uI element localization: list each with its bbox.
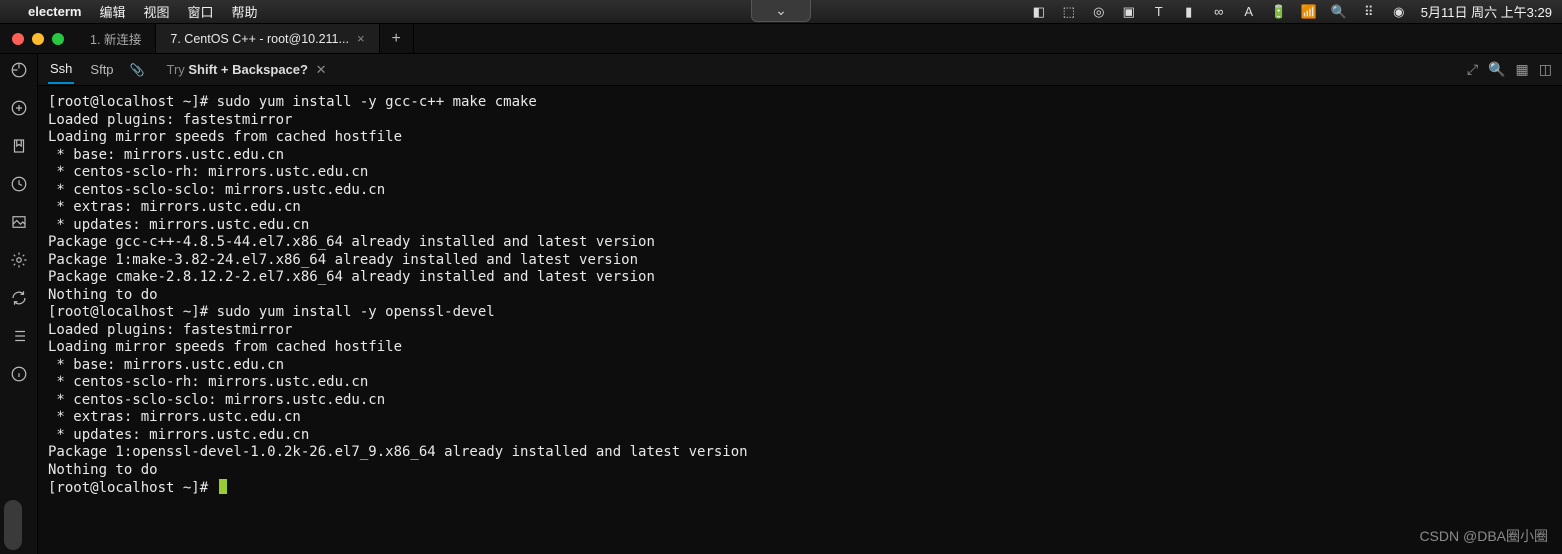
session-tabs: 1. 新连接 7. CentOS C++ - root@10.211... × … — [76, 24, 414, 53]
status-icon[interactable]: ▣ — [1121, 4, 1137, 20]
image-icon[interactable] — [9, 212, 29, 232]
hint-text: Try — [166, 62, 188, 77]
terminal-line: Nothing to do — [48, 287, 1552, 305]
tab-label: 1. 新连接 — [90, 29, 141, 48]
notch-dropdown[interactable]: ⌄ — [751, 0, 811, 22]
info-icon[interactable] — [9, 364, 29, 384]
status-icon[interactable]: ◧ — [1031, 4, 1047, 20]
menu-edit[interactable]: 编辑 — [99, 2, 125, 21]
watermark-text: CSDN @DBA圈小圈 — [1419, 526, 1548, 546]
status-icon[interactable]: ▮ — [1181, 4, 1197, 20]
tab-label: 7. CentOS C++ - root@10.211... — [170, 32, 349, 46]
terminal-output[interactable]: [root@localhost ~]# sudo yum install -y … — [38, 86, 1562, 554]
titlebar: 1. 新连接 7. CentOS C++ - root@10.211... × … — [0, 24, 1562, 54]
session-subbar: Ssh Sftp 📎 Try Shift + Backspace? ✕ ⤢ 🔍 … — [38, 54, 1562, 86]
sync-icon[interactable] — [9, 288, 29, 308]
sidebar — [0, 54, 38, 554]
logo-icon[interactable] — [9, 60, 29, 80]
siri-icon[interactable]: ◉ — [1391, 4, 1407, 20]
terminal-line: * updates: mirrors.ustc.edu.cn — [48, 217, 1552, 235]
session-tab[interactable]: 7. CentOS C++ - root@10.211... × — [156, 24, 379, 53]
window-controls — [0, 33, 76, 45]
minimize-window-button[interactable] — [32, 33, 44, 45]
app-window: 1. 新连接 7. CentOS C++ - root@10.211... × … — [0, 24, 1562, 554]
main-area: Ssh Sftp 📎 Try Shift + Backspace? ✕ ⤢ 🔍 … — [38, 54, 1562, 554]
fullscreen-icon[interactable]: ⤢ — [1467, 61, 1478, 78]
add-tab-button[interactable]: + — [380, 24, 414, 53]
terminal-line: [root@localhost ~]# sudo yum install -y … — [48, 304, 1552, 322]
status-icon[interactable]: ◎ — [1091, 4, 1107, 20]
terminal-line: Loading mirror speeds from cached hostfi… — [48, 129, 1552, 147]
terminal-line: Loaded plugins: fastestmirror — [48, 322, 1552, 340]
terminal-line: * centos-sclo-sclo: mirrors.ustc.edu.cn — [48, 182, 1552, 200]
new-session-icon[interactable] — [9, 98, 29, 118]
ssh-tab[interactable]: Ssh — [48, 55, 74, 84]
bookmarks-icon[interactable] — [9, 136, 29, 156]
menu-view[interactable]: 视图 — [144, 2, 170, 21]
close-window-button[interactable] — [12, 33, 24, 45]
search-terminal-icon[interactable]: 🔍 — [1488, 61, 1505, 78]
terminal-line: Package 1:make-3.82-24.el7.x86_64 alread… — [48, 252, 1552, 270]
control-center-icon[interactable]: ⠿ — [1361, 4, 1377, 20]
terminal-line: Loading mirror speeds from cached hostfi… — [48, 339, 1552, 357]
sftp-tab[interactable]: Sftp — [90, 62, 113, 77]
clock[interactable]: 5月11日 周六 上午3:29 — [1421, 2, 1552, 21]
close-hint-icon[interactable]: ✕ — [316, 62, 327, 77]
list-icon[interactable] — [9, 326, 29, 346]
terminal-line: * base: mirrors.ustc.edu.cn — [48, 357, 1552, 375]
menu-help[interactable]: 帮助 — [232, 2, 258, 21]
input-source-icon[interactable]: A — [1241, 4, 1257, 20]
close-tab-icon[interactable]: × — [357, 31, 365, 46]
battery-icon[interactable]: 🔋 — [1271, 4, 1287, 20]
settings-icon[interactable] — [9, 250, 29, 270]
split-icon[interactable]: ◫ — [1539, 61, 1552, 78]
status-icon[interactable]: ⬚ — [1061, 4, 1077, 20]
app-name[interactable]: electerm — [28, 4, 81, 19]
plus-icon: + — [392, 30, 401, 48]
terminal-line: * centos-sclo-sclo: mirrors.ustc.edu.cn — [48, 392, 1552, 410]
sidebar-scrollbar[interactable] — [4, 500, 22, 550]
grid-icon[interactable]: ▦ — [1516, 61, 1529, 78]
status-icon[interactable]: T — [1151, 4, 1167, 20]
history-icon[interactable] — [9, 174, 29, 194]
terminal-line: [root@localhost ~]# sudo yum install -y … — [48, 94, 1552, 112]
fullscreen-window-button[interactable] — [52, 33, 64, 45]
attachment-icon[interactable]: 📎 — [130, 63, 145, 77]
terminal-line: Package cmake-2.8.12.2-2.el7.x86_64 alre… — [48, 269, 1552, 287]
terminal-line: Nothing to do — [48, 462, 1552, 480]
status-icon[interactable]: ∞ — [1211, 4, 1227, 20]
terminal-line: * base: mirrors.ustc.edu.cn — [48, 147, 1552, 165]
terminal-line: * centos-sclo-rh: mirrors.ustc.edu.cn — [48, 374, 1552, 392]
terminal-line: * updates: mirrors.ustc.edu.cn — [48, 427, 1552, 445]
session-tab[interactable]: 1. 新连接 — [76, 24, 156, 53]
terminal-line: * extras: mirrors.ustc.edu.cn — [48, 199, 1552, 217]
terminal-line: Loaded plugins: fastestmirror — [48, 112, 1552, 130]
terminal-line: * centos-sclo-rh: mirrors.ustc.edu.cn — [48, 164, 1552, 182]
terminal-line: * extras: mirrors.ustc.edu.cn — [48, 409, 1552, 427]
terminal-cursor — [219, 479, 227, 494]
wifi-icon[interactable]: 📶 — [1301, 4, 1317, 20]
hint-key: Shift + Backspace? — [188, 62, 308, 77]
terminal-line: Package 1:openssl-devel-1.0.2k-26.el7_9.… — [48, 444, 1552, 462]
shortcut-hint: Try Shift + Backspace? ✕ — [166, 62, 326, 78]
menu-window[interactable]: 窗口 — [188, 2, 214, 21]
terminal-line: Package gcc-c++-4.8.5-44.el7.x86_64 alre… — [48, 234, 1552, 252]
search-icon[interactable]: 🔍 — [1331, 4, 1347, 20]
terminal-line: [root@localhost ~]# — [48, 479, 1552, 498]
